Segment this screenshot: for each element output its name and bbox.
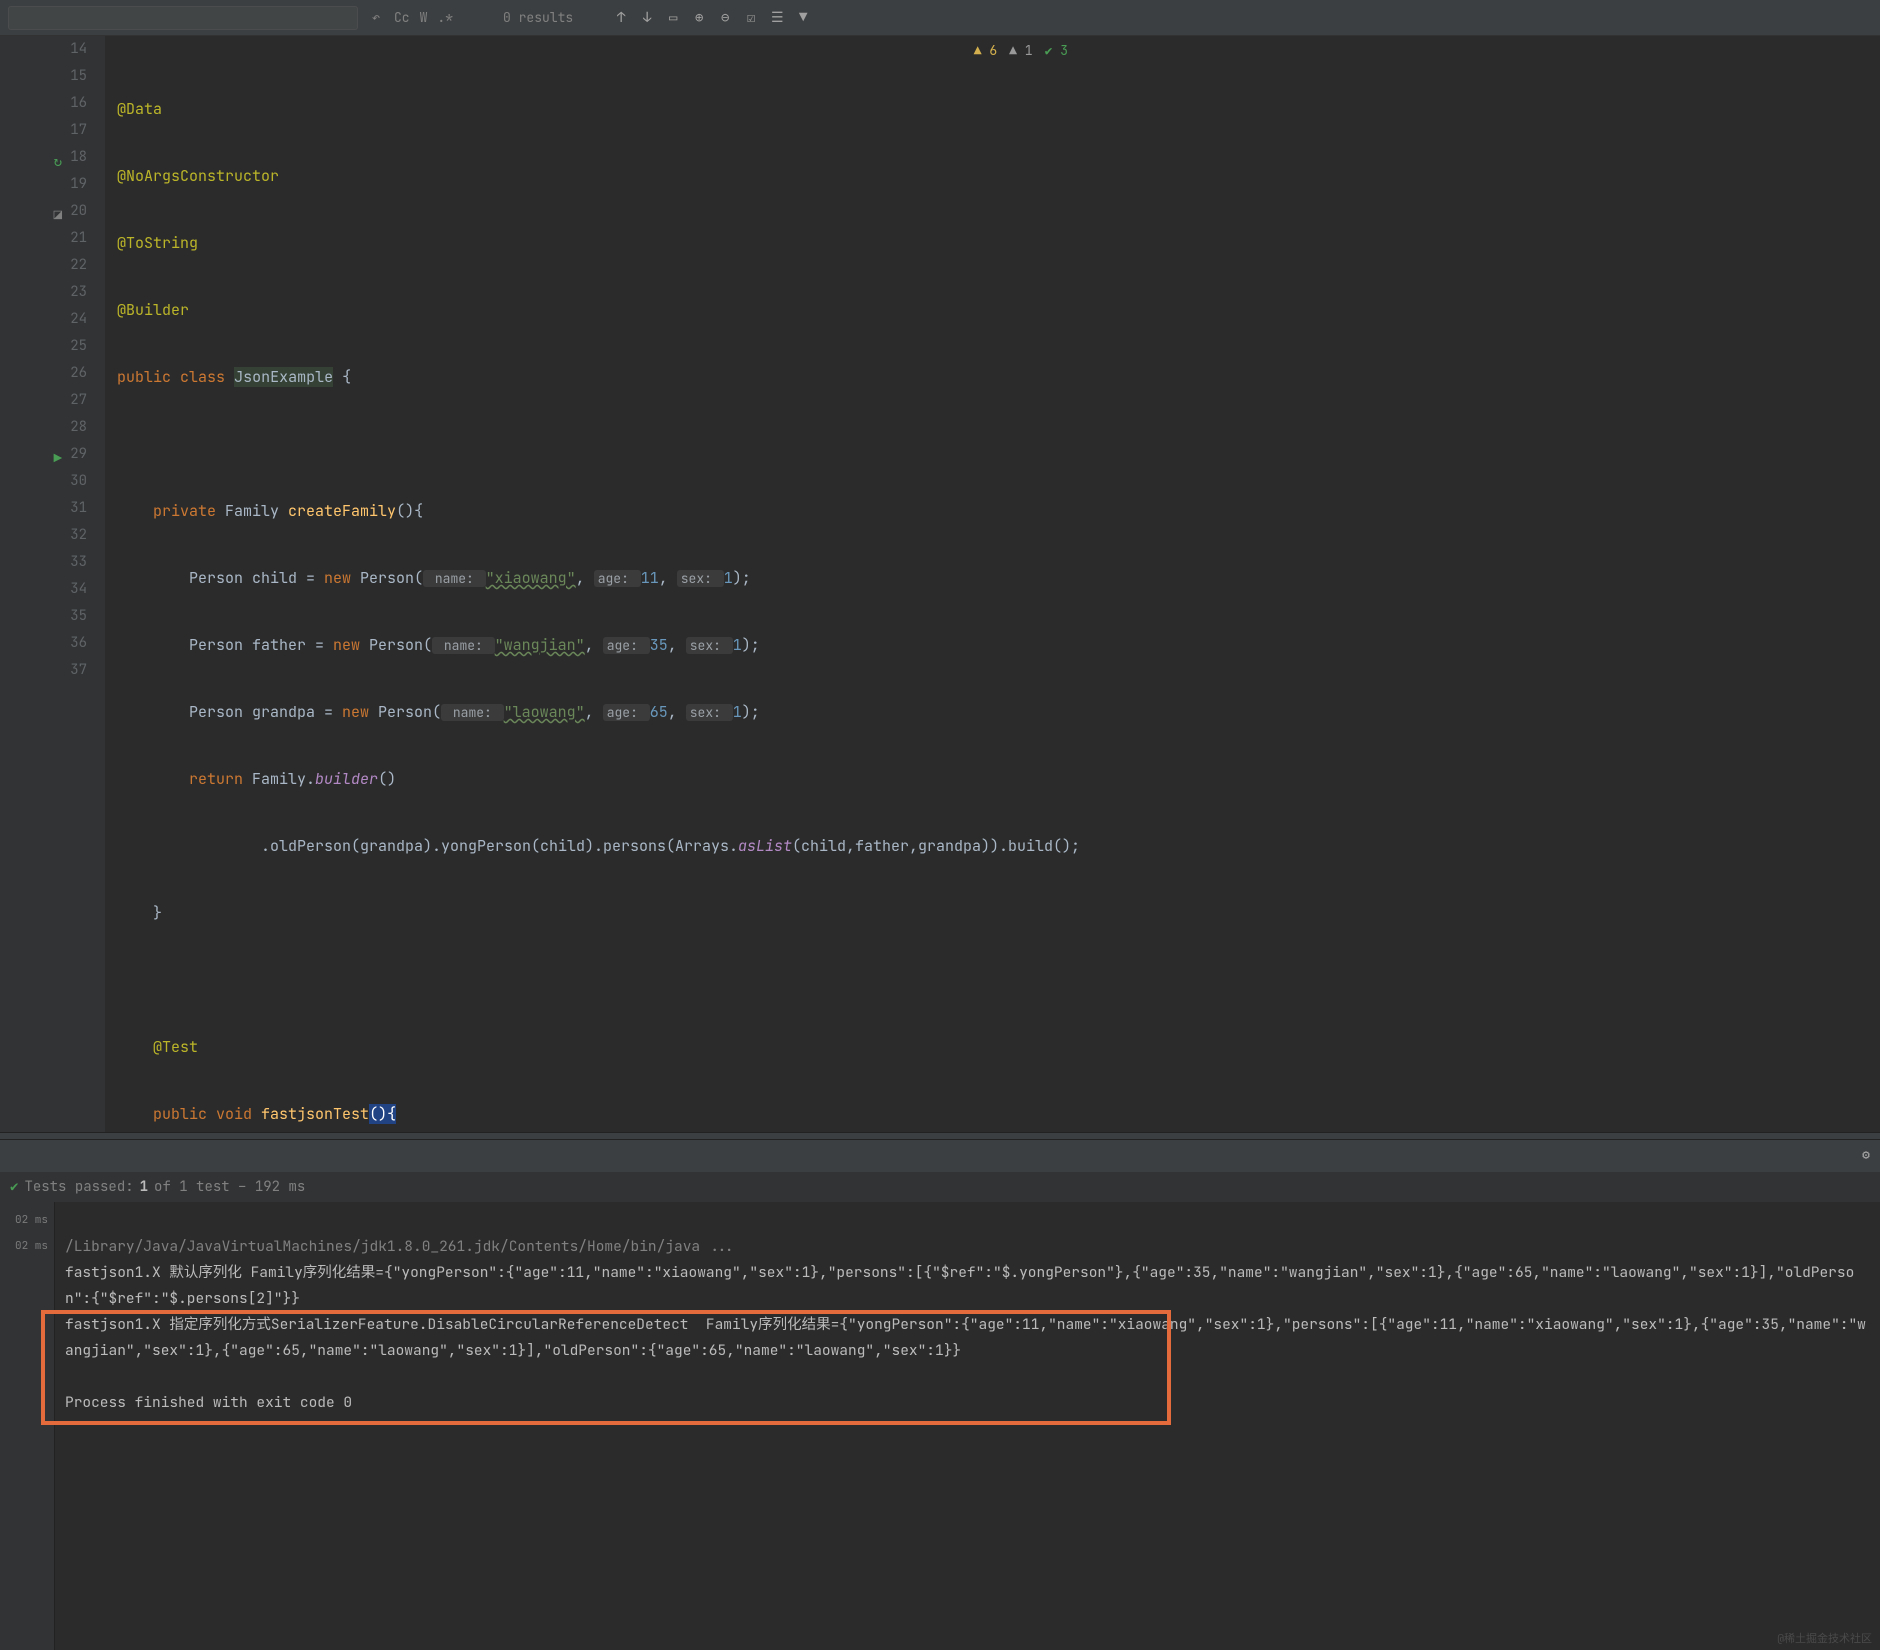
run-test-icon[interactable]: ▶	[46, 446, 62, 462]
run-toolbar[interactable]: ⚙	[0, 1140, 1880, 1172]
remove-selection-icon[interactable]: ⊖	[717, 10, 733, 26]
run-panel: ⚙ ✔ Tests passed: 1 of 1 test – 192 ms 0…	[0, 1140, 1880, 1650]
words-icon[interactable]: W	[420, 9, 428, 26]
console-line: fastjson1.X 默认序列化 Family序列化结果={"yongPers…	[65, 1263, 1854, 1308]
filter-icon[interactable]: ▼	[795, 10, 811, 26]
annotation: @Data	[117, 99, 162, 119]
warning-icon[interactable]: ▲ 6	[974, 42, 997, 59]
find-input[interactable]	[8, 6, 358, 30]
test-status-bar: ✔ Tests passed: 1 of 1 test – 192 ms	[0, 1172, 1880, 1202]
prev-match-icon[interactable]: ↑	[613, 10, 629, 26]
settings-icon[interactable]: ☰	[769, 10, 785, 26]
next-match-icon[interactable]: ↓	[639, 10, 655, 26]
editor[interactable]: 1415161718↻1920◪212223242526272829▶30313…	[0, 36, 1880, 1132]
weak-warning-icon[interactable]: ▲ 1	[1009, 42, 1032, 59]
code-area[interactable]: ▲ 6 ▲ 1 ✔ 3 @Data @NoArgsConstructor @To…	[105, 36, 1080, 1132]
watermark: @稀土掘金技术社区	[1777, 1630, 1872, 1646]
java-command: /Library/Java/JavaVirtualMachines/jdk1.8…	[65, 1237, 735, 1256]
tests-passed-count: 1	[140, 1178, 148, 1196]
tests-total: of 1 test – 192 ms	[154, 1178, 305, 1196]
gutter: 1415161718↻1920◪212223242526272829▶30313…	[0, 36, 105, 1132]
tests-passed-label: Tests passed:	[24, 1178, 133, 1196]
match-case-icon[interactable]: Cc	[394, 9, 410, 26]
regex-icon[interactable]: .*	[437, 9, 453, 26]
test-tree-times: 02 ms 02 ms	[0, 1202, 55, 1650]
inspection-badges[interactable]: ▲ 6 ▲ 1 ✔ 3	[974, 42, 1068, 59]
annotation: @NoArgsConstructor	[117, 166, 279, 186]
checkbox-icon[interactable]: ☑	[743, 10, 759, 26]
add-selection-icon[interactable]: ⊕	[691, 10, 707, 26]
ok-icon[interactable]: ✔ 3	[1045, 42, 1068, 59]
console-output[interactable]: /Library/Java/JavaVirtualMachines/jdk1.8…	[55, 1202, 1880, 1650]
undo-icon[interactable]: ↶	[368, 10, 384, 26]
check-icon: ✔	[10, 1178, 18, 1196]
find-toolbar[interactable]: ↶ Cc W .* 0 results ↑ ↓ ▭ ⊕ ⊖ ☑ ☰ ▼	[0, 0, 1880, 36]
annotation: @ToString	[117, 233, 198, 253]
select-all-icon[interactable]: ▭	[665, 10, 681, 26]
results-count: 0 results	[503, 9, 573, 26]
user-annotation-box	[41, 1310, 1171, 1425]
annotation: @Builder	[117, 300, 189, 320]
gear-icon[interactable]: ⚙	[1862, 1146, 1870, 1163]
